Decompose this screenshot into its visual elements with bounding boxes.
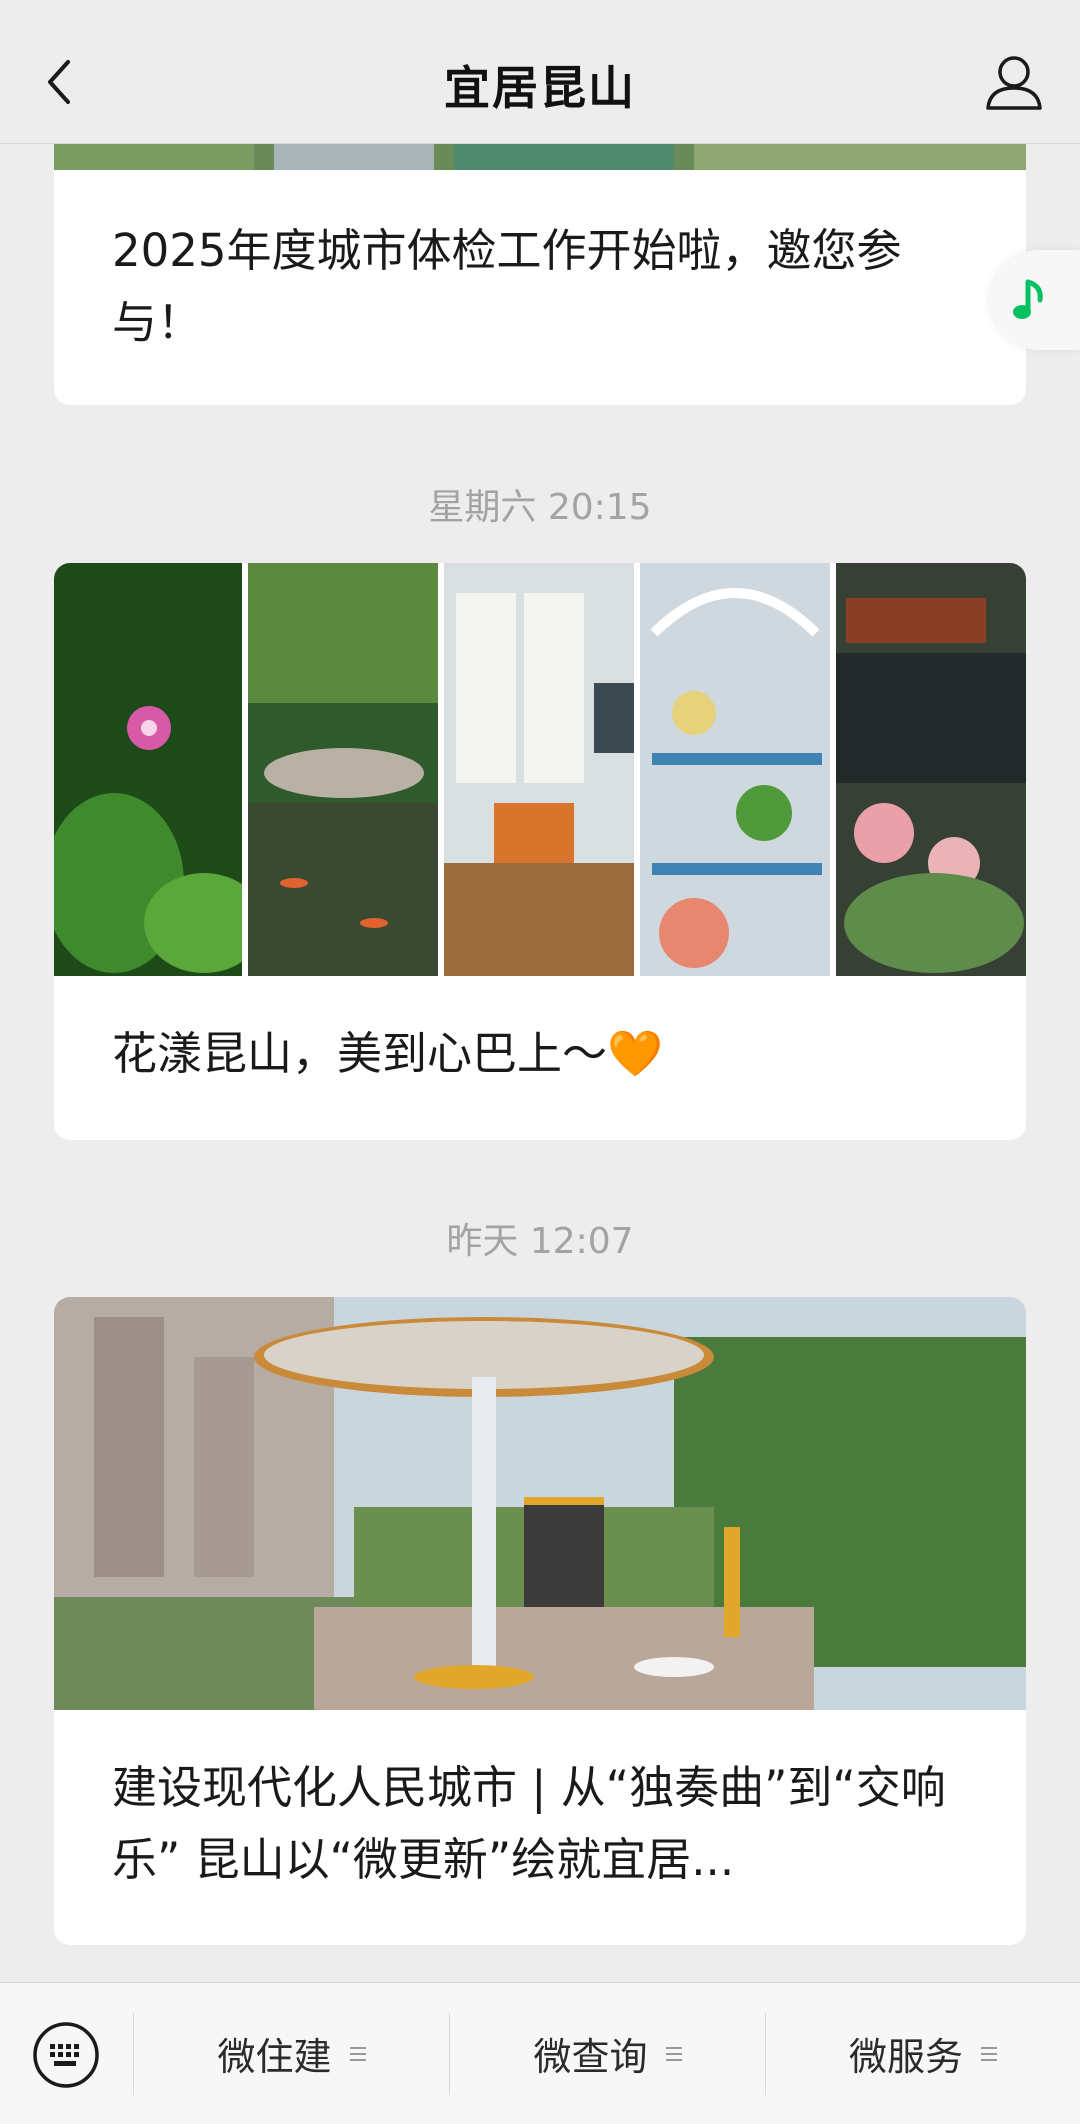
article-title: 花漾昆山，美到心巴上～🧡 <box>112 1027 664 1080</box>
article-card-flowers[interactable]: 花漾昆山，美到心巴上～🧡 <box>54 563 1026 1140</box>
music-note-icon <box>1013 279 1043 319</box>
menu-item-weichaxun[interactable]: 微查询 <box>450 1983 765 2124</box>
account-profile-button[interactable] <box>984 52 1044 114</box>
message-feed[interactable]: 2025年度城市体检工作开始啦，邀您参与！ 星期六 20:15 花漾昆山，美到心… <box>0 0 1080 2000</box>
article-card-micro-renewal[interactable]: 建设现代化人民城市 | 从“独奏曲”到“交响乐” 昆山以“微更新”绘就宜居... <box>54 1297 1026 1945</box>
article-title: 建设现代化人民城市 | 从“独奏曲”到“交响乐” 昆山以“微更新”绘就宜居... <box>112 1761 946 1886</box>
user-icon <box>986 56 1042 110</box>
submenu-icon <box>981 2043 997 2065</box>
menu-item-weizhujian[interactable]: 微住建 <box>134 1983 449 2124</box>
menu-item-label: 微住建 <box>217 2035 332 2079</box>
menu-item-weifuwu[interactable]: 微服务 <box>766 1983 1080 2124</box>
article-cover-collage <box>54 563 1026 976</box>
keyboard-icon <box>33 2022 99 2088</box>
bottom-menu-bar: 微住建 微查询 微服务 <box>0 1982 1080 2124</box>
message-timestamp: 昨天 12:07 <box>446 1221 634 1262</box>
article-cover-image <box>54 1297 1026 1710</box>
message-timestamp: 星期六 20:15 <box>428 487 652 528</box>
menu-item-label: 微服务 <box>848 2035 963 2079</box>
submenu-icon <box>349 2043 366 2065</box>
article-card-city-check[interactable]: 2025年度城市体检工作开始啦，邀您参与！ <box>54 110 1026 405</box>
music-player-float[interactable] <box>990 250 1080 350</box>
menu-item-label: 微查询 <box>533 2035 648 2079</box>
keyboard-toggle-button[interactable] <box>32 2021 100 2089</box>
navigation-bar: 宜居昆山 <box>0 0 1080 144</box>
page-title: 宜居昆山 <box>444 61 636 115</box>
article-title: 2025年度城市体检工作开始啦，邀您参与！ <box>112 224 902 349</box>
submenu-icon <box>665 2043 682 2065</box>
